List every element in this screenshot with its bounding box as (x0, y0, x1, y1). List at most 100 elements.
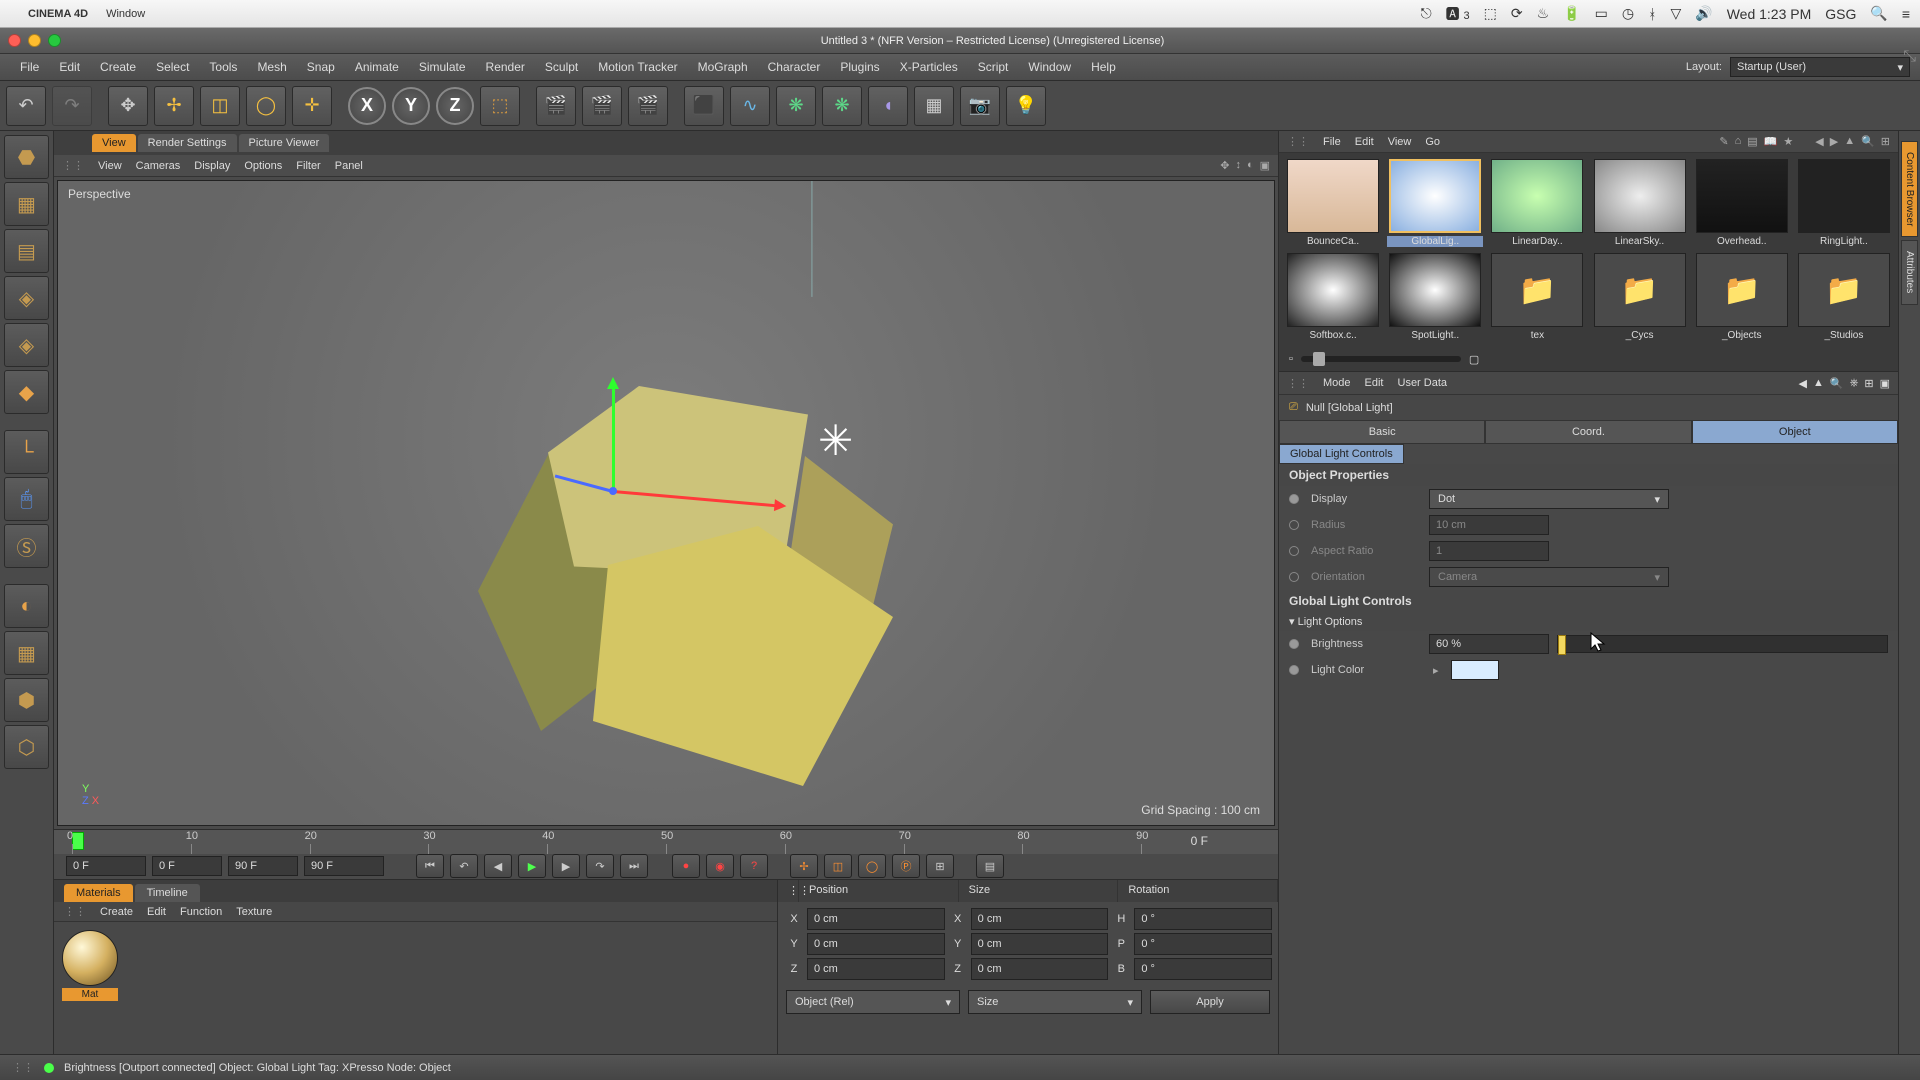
prev-key[interactable]: ↶ (450, 854, 478, 878)
menu-plugins[interactable]: Plugins (830, 60, 889, 74)
redo-button[interactable]: ↷ (52, 86, 92, 126)
menubar-adobe-icon[interactable]: 🅰 3 (1446, 4, 1470, 24)
range-end[interactable]: 90 F (228, 856, 298, 876)
vp-rotate-icon[interactable]: ◐ (1247, 159, 1254, 172)
br-fwd-icon[interactable]: ▶ (1830, 135, 1838, 148)
menubar-sync-icon[interactable]: ⟳ (1511, 5, 1523, 22)
menu-help[interactable]: Help (1081, 60, 1126, 74)
axis-x[interactable]: X (348, 87, 386, 125)
prev-frame[interactable]: ◀ (484, 854, 512, 878)
vp-menu-view[interactable]: View (98, 160, 122, 172)
zoom-button[interactable] (48, 34, 61, 47)
vp-menu-cameras[interactable]: Cameras (136, 160, 181, 172)
br-menu-file[interactable]: File (1323, 136, 1341, 148)
coords-tool[interactable]: ⬚ (480, 86, 520, 126)
end-frame[interactable]: 90 F (304, 856, 384, 876)
vp-zoom-icon[interactable]: ↕ (1235, 159, 1241, 172)
menu-animate[interactable]: Animate (345, 60, 409, 74)
light-null-icon[interactable]: ✳ (818, 416, 853, 465)
model-mode[interactable]: ⬣ (4, 135, 49, 179)
attr-lock-icon[interactable]: ⎈ (1850, 377, 1859, 390)
extra-tool[interactable]: ⬡ (4, 725, 49, 769)
range-start[interactable]: 0 F (152, 856, 222, 876)
snap-tool[interactable]: Ⓢ (4, 524, 49, 568)
menu-sculpt[interactable]: Sculpt (535, 60, 588, 74)
menu-xparticles[interactable]: X-Particles (890, 60, 968, 74)
vp-menu-display[interactable]: Display (194, 160, 230, 172)
axis-z[interactable]: Z (436, 87, 474, 125)
menu-motiontracker[interactable]: Motion Tracker (588, 60, 687, 74)
lock-tool[interactable]: ⬢ (4, 678, 49, 722)
menubar-flame-icon[interactable]: ♨ (1537, 5, 1550, 22)
tab-picture-viewer[interactable]: Picture Viewer (239, 134, 330, 152)
layout-dropdown[interactable]: Startup (User)▾ (1730, 57, 1910, 77)
attr-subtab-glc[interactable]: Global Light Controls (1279, 444, 1404, 464)
attr-tab-basic[interactable]: Basic (1279, 420, 1485, 444)
vtab-attributes[interactable]: Attributes (1901, 240, 1918, 304)
radius-anim-dot[interactable] (1289, 520, 1299, 530)
locked-workplane[interactable]: ◐ (4, 584, 49, 628)
menubar-wifi-icon[interactable]: ▽ (1670, 5, 1681, 22)
tab-timeline[interactable]: Timeline (135, 884, 200, 902)
attr-pref-icon[interactable]: ⊞ (1864, 377, 1873, 390)
orient-anim-dot[interactable] (1289, 572, 1299, 582)
rotate-tool[interactable]: ◯ (246, 86, 286, 126)
move-tool[interactable]: ✢ (154, 86, 194, 126)
vp-max-icon[interactable]: ▣ (1260, 159, 1270, 172)
select-tool[interactable]: ✥ (108, 86, 148, 126)
browser-item[interactable]: LinearSky.. (1591, 159, 1687, 247)
browser-item[interactable]: 📁_Cycs (1591, 253, 1687, 341)
goto-start[interactable]: ⏮ (416, 854, 444, 878)
rot-h[interactable]: 0 ° (1134, 908, 1272, 930)
radius-field[interactable]: 10 cm (1429, 515, 1549, 535)
polygon-mode[interactable]: ◆ (4, 370, 49, 414)
br-presets-icon[interactable]: ▤ (1747, 135, 1757, 148)
br-edit-icon[interactable]: ✎ (1719, 135, 1728, 148)
menu-select[interactable]: Select (146, 60, 199, 74)
tab-render-settings[interactable]: Render Settings (138, 134, 237, 152)
vtab-content-browser[interactable]: Content Browser (1901, 141, 1918, 237)
attr-menu-edit[interactable]: Edit (1365, 377, 1384, 389)
browser-item[interactable]: 📁_Objects (1694, 253, 1790, 341)
mat-menu-create[interactable]: Create (100, 906, 133, 918)
tab-view[interactable]: View (92, 134, 136, 152)
next-key[interactable]: ↷ (586, 854, 614, 878)
menubar-dropbox-icon[interactable]: ⬚ (1484, 5, 1497, 22)
timeline-ruler[interactable]: 0 10 20 30 40 50 60 70 80 90 0 F (54, 830, 1278, 854)
autokey-button[interactable]: ◉ (706, 854, 734, 878)
vp-menu-filter[interactable]: Filter (296, 160, 320, 172)
mat-menu-texture[interactable]: Texture (236, 906, 272, 918)
attr-menu-mode[interactable]: Mode (1323, 377, 1351, 389)
br-book-icon[interactable]: 📖 (1764, 135, 1778, 148)
pos-key[interactable]: ✢ (790, 854, 818, 878)
menubar-icon[interactable]: ⎋ (1421, 5, 1432, 22)
brightness-field[interactable]: 60 % (1429, 634, 1549, 654)
generator-tool[interactable]: ❋ (776, 86, 816, 126)
menu-simulate[interactable]: Simulate (409, 60, 476, 74)
environment-tool[interactable]: ◖ (868, 86, 908, 126)
next-frame[interactable]: ▶ (552, 854, 580, 878)
size-z[interactable]: 0 cm (971, 958, 1109, 980)
pos-y[interactable]: 0 cm (807, 933, 945, 955)
rot-b[interactable]: 0 ° (1134, 958, 1272, 980)
render-view[interactable]: 🎬 (536, 86, 576, 126)
br-menu-edit[interactable]: Edit (1355, 136, 1374, 148)
menubar-volume-icon[interactable]: 🔊 (1695, 5, 1712, 22)
play-button[interactable]: ▶ (518, 854, 546, 878)
tab-materials[interactable]: Materials (64, 884, 133, 902)
brightness-slider[interactable] (1557, 635, 1888, 653)
menubar-user[interactable]: GSG (1825, 6, 1856, 22)
menu-tools[interactable]: Tools (199, 60, 247, 74)
camera-tool[interactable]: ▦ (914, 86, 954, 126)
browser-item[interactable]: BounceCa.. (1285, 159, 1381, 247)
br-home-icon[interactable]: ⌂ (1735, 135, 1742, 148)
menubar-display-icon[interactable]: ▭ (1595, 5, 1608, 22)
br-menu-go[interactable]: Go (1425, 136, 1440, 148)
light-options-toggle[interactable]: ▾ Light Options (1279, 612, 1898, 631)
edge-mode[interactable]: ◈ (4, 323, 49, 367)
br-menu-view[interactable]: View (1388, 136, 1412, 148)
deformer-tool[interactable]: ❋ (822, 86, 862, 126)
camera2-tool[interactable]: 📷 (960, 86, 1000, 126)
mat-menu-function[interactable]: Function (180, 906, 222, 918)
pos-z[interactable]: 0 cm (807, 958, 945, 980)
